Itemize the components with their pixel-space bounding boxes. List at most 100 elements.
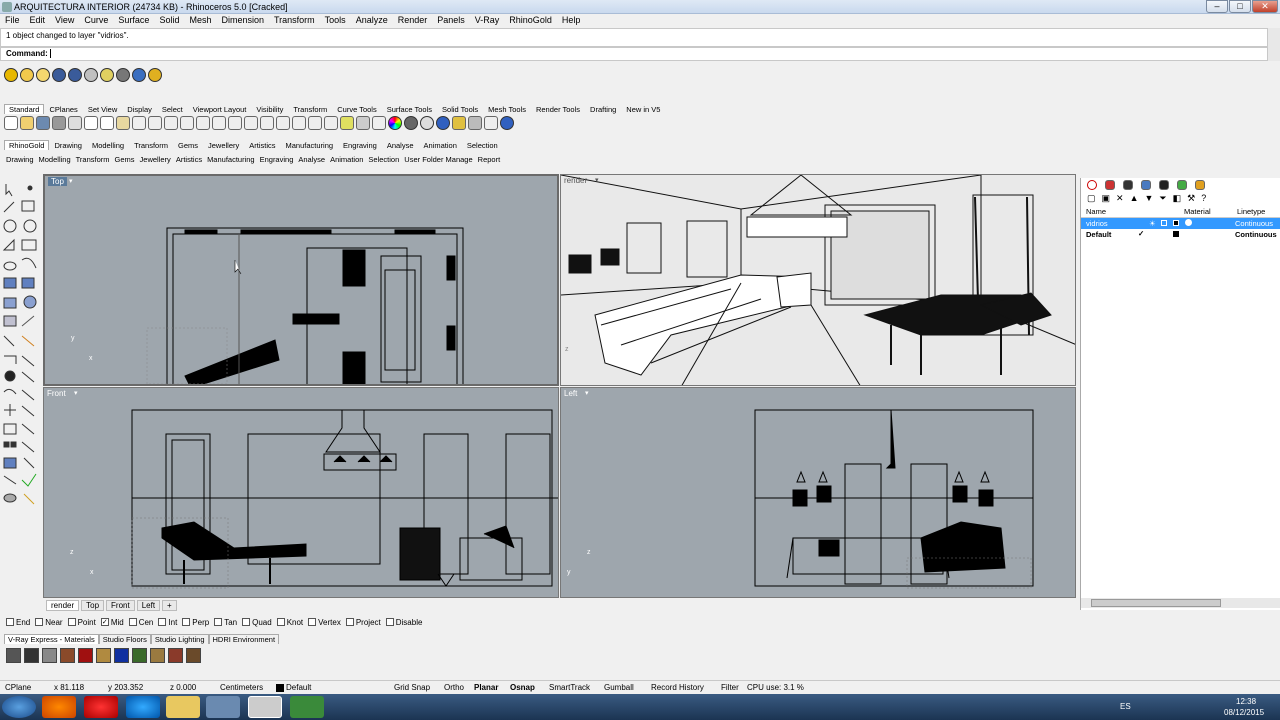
close-button[interactable]: ✕ — [1252, 0, 1278, 13]
tab-vray-materials[interactable]: V-Ray Express - Materials — [4, 634, 99, 644]
osnap-toggle[interactable]: Osnap — [510, 683, 535, 692]
viewport-left[interactable]: Left ▾ z y — [560, 387, 1076, 598]
tab-hdri-environment[interactable]: HDRI Environment — [208, 634, 280, 644]
sphere-dark-icon[interactable] — [404, 116, 418, 130]
tab-rg-modelling[interactable]: Modelling — [87, 140, 129, 150]
camtasia-icon[interactable] — [290, 696, 324, 718]
tab-rg-selection[interactable]: Selection — [462, 140, 503, 150]
osnap-end[interactable]: End — [6, 618, 30, 627]
tab-visibility[interactable]: Visibility — [251, 104, 288, 114]
gold-gem-icon[interactable] — [20, 68, 34, 82]
color-wheel-icon[interactable] — [388, 116, 402, 130]
menu-analyze[interactable]: Analyze — [351, 14, 393, 26]
lightbulb-icon[interactable] — [100, 68, 114, 82]
viewport-render[interactable]: render ▾ z — [560, 174, 1076, 386]
panel-hscrollbar[interactable] — [1081, 598, 1280, 608]
zoom-window-icon[interactable] — [196, 116, 210, 130]
layer-row-default[interactable]: Default ✓ Continuous — [1081, 229, 1280, 240]
menu-edit[interactable]: Edit — [25, 14, 51, 26]
cut-icon[interactable] — [84, 116, 98, 130]
osnap-vertex[interactable]: Vertex — [308, 618, 341, 627]
layer-help-icon[interactable]: ? — [1201, 193, 1206, 203]
sub-report[interactable]: Report — [476, 155, 503, 164]
layer-row-vidrios[interactable]: vidrios ☀ Continuous — [1081, 218, 1280, 229]
tab-viewport-layout[interactable]: Viewport Layout — [188, 104, 252, 114]
viewport-front-label[interactable]: Front — [47, 389, 66, 398]
select-icon[interactable] — [324, 116, 338, 130]
layer-linetype[interactable]: Continuous — [1235, 230, 1277, 239]
snap-icon[interactable] — [308, 116, 322, 130]
rhino-taskbar-icon[interactable] — [248, 696, 282, 718]
layer-name[interactable]: Default — [1086, 230, 1111, 239]
menu-render[interactable]: Render — [393, 14, 433, 26]
options-icon[interactable] — [484, 116, 498, 130]
material-grey-icon[interactable] — [42, 647, 57, 663]
menu-mesh[interactable]: Mesh — [184, 14, 216, 26]
col-name[interactable]: Name — [1086, 207, 1106, 216]
tab-rg-manufacturing[interactable]: Manufacturing — [281, 140, 339, 150]
smarttrack-toggle[interactable]: SmartTrack — [549, 683, 590, 692]
paste-icon[interactable] — [116, 116, 130, 130]
minimize-button[interactable]: – — [1206, 0, 1228, 13]
gear-icon[interactable] — [468, 116, 482, 130]
tab-rg-gems[interactable]: Gems — [173, 140, 203, 150]
move-down-icon[interactable]: ▼ — [1145, 193, 1154, 203]
material-swatch[interactable] — [1185, 219, 1192, 226]
undo-icon[interactable] — [132, 116, 146, 130]
display-tab-icon[interactable] — [1123, 180, 1133, 190]
menu-solid[interactable]: Solid — [154, 14, 184, 26]
move-icon[interactable] — [164, 116, 178, 130]
col-linetype[interactable]: Linetype — [1237, 207, 1265, 216]
explorer-folder-icon[interactable] — [166, 696, 200, 718]
viewport-left-dropdown-icon[interactable]: ▾ — [585, 389, 589, 397]
menu-rhinogold[interactable]: RhinoGold — [504, 14, 557, 26]
viewport-render-label[interactable]: render — [564, 176, 587, 185]
tab-curve-tools[interactable]: Curve Tools — [332, 104, 381, 114]
render-sphere-icon[interactable] — [436, 116, 450, 130]
osnap-near[interactable]: Near — [35, 618, 63, 627]
sub-analyse[interactable]: Analyse — [296, 155, 327, 164]
ortho-toggle[interactable]: Ortho — [444, 683, 464, 692]
tab-new-in-v5[interactable]: New in V5 — [621, 104, 665, 114]
tab-rg-jewellery[interactable]: Jewellery — [203, 140, 244, 150]
lightbulb-icon[interactable]: ☀ — [1149, 219, 1156, 228]
tab-rg-animation[interactable]: Animation — [419, 140, 462, 150]
lights-tab-icon[interactable] — [1195, 180, 1205, 190]
vp-tab-left[interactable]: Left — [136, 599, 161, 611]
material-wood-icon[interactable] — [150, 647, 165, 663]
sub-user-folder-manage[interactable]: User Folder Manage — [402, 155, 474, 164]
material-gold-icon[interactable] — [96, 647, 111, 663]
viewport-left-label[interactable]: Left — [564, 389, 577, 398]
ie-icon[interactable] — [126, 696, 160, 718]
gold-m-icon[interactable] — [4, 68, 18, 82]
material-black-icon[interactable] — [24, 647, 39, 663]
delete-layer-icon[interactable]: ✕ — [1116, 193, 1124, 203]
move-up-icon[interactable]: ▲ — [1130, 193, 1139, 203]
material-dark-icon[interactable] — [6, 647, 21, 663]
record-history-toggle[interactable]: Record History — [651, 683, 704, 692]
rotate-view-icon[interactable] — [244, 116, 258, 130]
sub-modelling[interactable]: Modelling — [37, 155, 73, 164]
open-folder-icon[interactable] — [20, 116, 34, 130]
viewport-render-dropdown-icon[interactable]: ▾ — [595, 176, 599, 184]
tab-rg-drawing[interactable]: Drawing — [49, 140, 87, 150]
menu-panels[interactable]: Panels — [432, 14, 470, 26]
help-tab-icon[interactable] — [1141, 180, 1151, 190]
vp-tab-front[interactable]: Front — [106, 599, 135, 611]
opera-icon[interactable] — [84, 696, 118, 718]
zoom-icon[interactable] — [180, 116, 194, 130]
vp-tab-top[interactable]: Top — [81, 599, 105, 611]
osnap-tan[interactable]: Tan — [214, 618, 237, 627]
clock-time[interactable]: 12:38 — [1236, 697, 1256, 706]
print-icon[interactable] — [52, 116, 66, 130]
menu-vray[interactable]: V-Ray — [470, 14, 505, 26]
new-layer-icon[interactable]: ▢ — [1087, 193, 1096, 203]
vp-tab-render[interactable]: render — [46, 599, 80, 611]
sub-drawing[interactable]: Drawing — [4, 155, 36, 164]
layer-color-swatch[interactable] — [1173, 231, 1179, 237]
osnap-mid[interactable]: ✓ Mid — [100, 618, 124, 627]
sub-jewellery[interactable]: Jewellery — [138, 155, 173, 164]
sun-icon[interactable] — [84, 68, 98, 82]
sub-transform[interactable]: Transform — [74, 155, 112, 164]
sub-selection[interactable]: Selection — [366, 155, 401, 164]
